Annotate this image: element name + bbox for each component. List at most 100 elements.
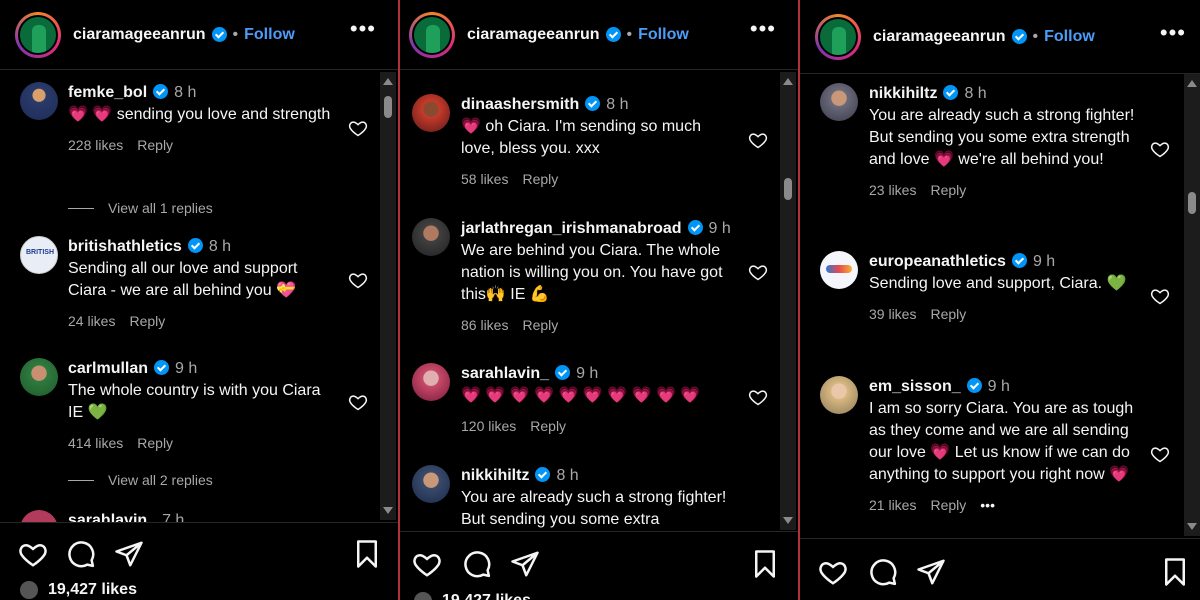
follow-button[interactable]: Follow: [638, 26, 689, 44]
comment-likes[interactable]: 39 likes: [869, 306, 916, 322]
comment-likes[interactable]: 58 likes: [461, 171, 508, 187]
commenter-name[interactable]: carlmullan: [68, 360, 148, 377]
heart-icon[interactable]: [412, 549, 442, 579]
comment-likes[interactable]: 86 likes: [461, 317, 508, 333]
share-icon[interactable]: [114, 539, 144, 569]
commenter-name[interactable]: dinaashersmith: [461, 96, 579, 113]
comment-icon[interactable]: [66, 539, 96, 569]
post-actions: [800, 538, 1200, 600]
likes-count[interactable]: 19,427 likes: [18, 579, 137, 600]
bookmark-icon[interactable]: [352, 539, 382, 569]
commenter-avatar[interactable]: [20, 82, 58, 120]
heart-icon[interactable]: [348, 118, 368, 138]
heart-icon[interactable]: [18, 539, 48, 569]
view-replies-button[interactable]: View all 1 replies: [68, 200, 213, 216]
comment-likes[interactable]: 23 likes: [869, 182, 916, 198]
more-icon[interactable]: •••: [350, 18, 376, 40]
scroll-down-icon[interactable]: [1187, 523, 1197, 530]
comment-icon[interactable]: [868, 557, 898, 587]
reply-button[interactable]: Reply: [522, 317, 558, 333]
comment-icon[interactable]: [462, 549, 492, 579]
scroll-down-icon[interactable]: [383, 507, 393, 514]
comment-more-icon[interactable]: •••: [980, 497, 995, 513]
comment-likes[interactable]: 414 likes: [68, 435, 123, 451]
comment-likes[interactable]: 228 likes: [68, 137, 123, 153]
reply-button[interactable]: Reply: [129, 313, 165, 329]
view-replies-button[interactable]: View all 2 replies: [68, 472, 213, 488]
heart-icon[interactable]: [818, 557, 848, 587]
reply-button[interactable]: Reply: [930, 306, 966, 322]
commenter-name[interactable]: jarlathregan_irishmanabroad: [461, 220, 682, 237]
commenter-avatar[interactable]: [820, 251, 858, 289]
commenter-avatar[interactable]: BRITISH: [20, 236, 58, 274]
commenter-avatar[interactable]: [412, 94, 450, 132]
commenter-name[interactable]: nikkihiltz: [461, 467, 529, 484]
profile-avatar[interactable]: [409, 11, 455, 58]
heart-icon[interactable]: [748, 262, 768, 282]
commenter-avatar[interactable]: [20, 510, 58, 522]
scroll-thumb[interactable]: [784, 178, 792, 200]
reply-button[interactable]: Reply: [137, 137, 173, 153]
scrollbar[interactable]: [380, 72, 396, 520]
reply-button[interactable]: Reply: [930, 182, 966, 198]
separator: •: [1032, 27, 1039, 45]
reply-button[interactable]: Reply: [530, 418, 566, 434]
scroll-thumb[interactable]: [1188, 192, 1196, 214]
bookmark-icon[interactable]: [750, 549, 780, 579]
verified-icon: [1011, 29, 1027, 44]
more-icon[interactable]: •••: [750, 18, 776, 40]
scroll-up-icon[interactable]: [1187, 80, 1197, 87]
comment-likes[interactable]: 120 likes: [461, 418, 516, 434]
comment-text: The whole country is with you Ciara IE 💚: [68, 382, 321, 421]
heart-icon[interactable]: [1150, 444, 1170, 464]
commenter-avatar[interactable]: [20, 358, 58, 396]
verified-icon: [687, 220, 703, 235]
profile-avatar[interactable]: [815, 13, 861, 60]
reply-button[interactable]: Reply: [522, 171, 558, 187]
more-icon[interactable]: •••: [1160, 22, 1186, 44]
comment-likes[interactable]: 24 likes: [68, 313, 115, 329]
share-icon[interactable]: [510, 549, 540, 579]
scrollbar[interactable]: [780, 72, 796, 530]
commenter-avatar[interactable]: [820, 376, 858, 414]
commenter-name[interactable]: nikkihiltz: [869, 85, 937, 102]
commenter-name[interactable]: britishathletics: [68, 238, 182, 255]
commenter-avatar[interactable]: [820, 83, 858, 121]
account-username[interactable]: ciaramageeanrun: [467, 26, 600, 44]
commenter-avatar[interactable]: [412, 465, 450, 503]
account-username[interactable]: ciaramageeanrun: [73, 26, 206, 44]
commenter-name[interactable]: sarahlavin_: [461, 365, 549, 382]
commenter-name[interactable]: em_sisson_: [869, 378, 961, 395]
commenter-name[interactable]: sarahlavin_: [68, 512, 156, 522]
heart-icon[interactable]: [748, 387, 768, 407]
commenter-avatar[interactable]: [412, 363, 450, 401]
scroll-up-icon[interactable]: [783, 78, 793, 85]
reply-button[interactable]: Reply: [137, 435, 173, 451]
comment-likes[interactable]: 21 likes: [869, 497, 916, 513]
verified-icon: [943, 85, 959, 100]
comment-text: I am so sorry Ciara. You are as tough as…: [869, 400, 1134, 483]
verified-icon: [1011, 253, 1027, 268]
commenter-name[interactable]: europeanathletics: [869, 253, 1006, 270]
account-username[interactable]: ciaramageeanrun: [873, 28, 1006, 46]
likes-count[interactable]: 19,427 likes: [412, 590, 531, 600]
heart-icon[interactable]: [1150, 286, 1170, 306]
heart-icon[interactable]: [748, 130, 768, 150]
follow-button[interactable]: Follow: [1044, 28, 1095, 46]
post-panel-3: ciaramageeanrun • Follow ••• nikkihiltz 8…: [800, 0, 1200, 600]
commenter-avatar[interactable]: [412, 218, 450, 256]
post-header: ciaramageeanrun • Follow •••: [0, 0, 398, 70]
heart-icon[interactable]: [348, 392, 368, 412]
heart-icon[interactable]: [348, 270, 368, 290]
heart-icon[interactable]: [1150, 139, 1170, 159]
profile-avatar[interactable]: [15, 11, 61, 58]
commenter-name[interactable]: femke_bol: [68, 84, 147, 101]
scroll-down-icon[interactable]: [783, 517, 793, 524]
scrollbar[interactable]: [1184, 74, 1200, 536]
follow-button[interactable]: Follow: [244, 26, 295, 44]
reply-button[interactable]: Reply: [930, 497, 966, 513]
bookmark-icon[interactable]: [1160, 557, 1190, 587]
share-icon[interactable]: [916, 557, 946, 587]
scroll-up-icon[interactable]: [383, 78, 393, 85]
scroll-thumb[interactable]: [384, 96, 392, 118]
